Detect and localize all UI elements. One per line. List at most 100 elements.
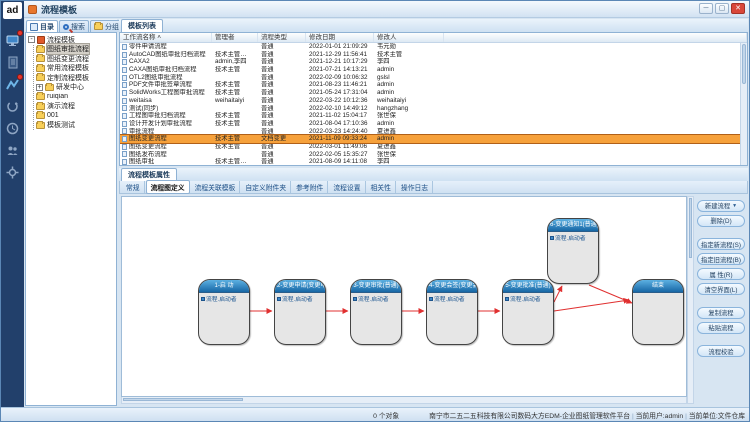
properties-subtab-0[interactable]: 常规 — [122, 181, 145, 193]
properties-subtab-4[interactable]: 参考附件 — [292, 181, 328, 193]
cell-2: 普通 — [258, 43, 306, 51]
expand-icon[interactable]: + — [36, 84, 43, 91]
table-vscrollbar[interactable] — [740, 43, 747, 165]
monitor-icon[interactable] — [4, 32, 21, 49]
action-button-1[interactable]: 删除(D) — [697, 215, 745, 227]
flow-hscrollbar[interactable] — [121, 397, 687, 404]
flow-node-6[interactable]: 6-变更通知1(普通)流程.启动者 — [547, 218, 599, 284]
flow-node-4[interactable]: 4-变更会签(变更会签)流程.启动者 — [426, 279, 478, 345]
cell-filler — [444, 97, 747, 105]
action-button-0[interactable]: 新建流程▼ — [697, 200, 745, 212]
table-row[interactable]: 图纸变更流程技术主管文档变更2021-11-09 09:33:24admin — [120, 135, 747, 143]
column-header-2[interactable]: 流程类型 — [258, 33, 306, 42]
cell-4: 技术主管 — [374, 51, 444, 59]
column-header-1[interactable]: 管理者 — [212, 33, 258, 42]
properties-subtab-1[interactable]: 流程图定义 — [146, 180, 190, 194]
workflow-icon — [122, 44, 127, 50]
tree-root[interactable]: -流程模板 — [28, 35, 116, 45]
table-row[interactable]: 工程图审批归档流程技术主管普通2021-11-02 15:04:17张世保 — [120, 112, 747, 120]
tab-template-list[interactable]: 模板列表 — [121, 19, 163, 32]
table-row[interactable]: 图纸发布流程普通2022-02-05 15:35:27张世保 — [120, 151, 747, 159]
table-row[interactable]: 图纸审批技术主管…普通2021-08-09 14:11:08李四 — [120, 158, 747, 165]
cell-3: 2021-08-09 14:11:08 — [306, 158, 374, 165]
flow-canvas: 1-启 动流程.启动者 2-变更申请(变更申请)流程.启动者 3-变更审批(普通)流… — [121, 196, 687, 397]
action-button-column: 新建流程▼ 删除(D) 指定新流程(S) 指定旧流程(B) 属 性(R) 清空界面(L) 复… — [694, 194, 748, 406]
flow-node-2[interactable]: 2-变更申请(变更申请)流程.启动者 — [274, 279, 326, 345]
action-button-3[interactable]: 指定旧流程(B) — [697, 253, 745, 265]
flow-node-7[interactable]: 结束 — [632, 279, 684, 345]
table-row[interactable]: 零件申请流程普通2022-01-01 21:09:29韦元勋 — [120, 43, 747, 51]
cell-3: 2022-03-23 14:24:40 — [306, 128, 374, 136]
properties-subtab-7[interactable]: 操作日志 — [397, 181, 433, 193]
node-flag-icon — [505, 297, 509, 301]
tree-item-2[interactable]: 常用流程模板 — [36, 64, 116, 74]
cell-0: 图纸变更流程 — [120, 143, 212, 151]
tree-item-4[interactable]: +研发中心 — [36, 83, 116, 93]
app-logo: ad — [3, 2, 22, 19]
sidebar-tabs: 目录搜索分组夹 — [25, 19, 117, 32]
gear-icon[interactable] — [4, 164, 21, 181]
close-button[interactable]: ✕ — [731, 3, 745, 14]
sync-icon[interactable] — [4, 98, 21, 115]
table-row[interactable]: OTL2图纸审批流程普通2022-02-09 10:06:32gslsl — [120, 74, 747, 82]
tree-item-0[interactable]: 图纸审批流程 — [36, 45, 116, 55]
table-row[interactable]: SolidWorks工程图审批流程技术主管普通2021-05-24 17:31:… — [120, 89, 747, 97]
action-button-6[interactable]: 复制流程 — [697, 307, 745, 319]
minimize-button[interactable]: ─ — [699, 3, 713, 14]
table-header[interactable]: 工作流名称 ˄管理者流程类型修改日期修改人 — [120, 33, 747, 43]
clock-icon[interactable] — [4, 120, 21, 137]
sidebar-tab-1[interactable]: 搜索 — [59, 20, 89, 32]
table-row[interactable]: AutoCAD图纸审批归档流程技术主管…普通2021-12-29 11:56:4… — [120, 51, 747, 59]
action-button-2[interactable]: 指定新流程(S) — [697, 238, 745, 250]
tree-item-6[interactable]: 演示流程 — [36, 102, 116, 112]
flow-node-body: 流程.启动者 — [275, 293, 325, 304]
column-header-3[interactable]: 修改日期 — [306, 33, 374, 42]
table-row[interactable]: CAXA2admin,李四普通2021-12-21 10:17:29李四 — [120, 58, 747, 66]
column-header-0[interactable]: 工作流名称 ˄ — [120, 33, 212, 42]
cell-filler — [444, 158, 747, 165]
titlebar: 流程模板 ─ ▢ ✕ — [1, 1, 749, 18]
cell-1 — [212, 74, 258, 82]
cell-filler — [444, 120, 747, 128]
column-header-4[interactable]: 修改人 — [374, 33, 444, 42]
table-row[interactable]: CAXA图纸审批归档流程技术主管普通2021-07-21 14:13:21adm… — [120, 66, 747, 74]
collapse-icon[interactable]: - — [28, 36, 35, 43]
sidebar-tab-0[interactable]: 目录 — [26, 20, 58, 32]
properties-subtab-3[interactable]: 自定义附件夹 — [241, 181, 291, 193]
action-button-4[interactable]: 属 性(R) — [697, 268, 745, 280]
cell-0: AutoCAD图纸审批归档流程 — [120, 51, 212, 59]
table-row[interactable]: 图纸变更流程技术主管普通2022-03-01 11:49:06夏进鑫 — [120, 143, 747, 151]
table-row[interactable]: weitaisaweihaitaiyi普通2022-03-22 10:12:36… — [120, 97, 747, 105]
action-button-7[interactable]: 粘贴流程 — [697, 322, 745, 334]
folder-icon — [94, 23, 103, 30]
flow-node-5[interactable]: 5-变更批准(普通)流程.启动者 — [502, 279, 554, 345]
cell-1: 技术主管 — [212, 120, 258, 128]
process-template-icon — [37, 36, 45, 44]
flow-node-body-text: 流程.启动者 — [434, 294, 465, 303]
flow-vscrollbar[interactable] — [687, 196, 694, 404]
flow-node-body-text: 流程.启动者 — [206, 294, 237, 303]
action-button-5[interactable]: 清空界面(L) — [697, 283, 745, 295]
flow-node-3[interactable]: 3-变更审批(普通)流程.启动者 — [350, 279, 402, 345]
cell-filler — [444, 74, 747, 82]
maximize-button[interactable]: ▢ — [715, 3, 729, 14]
users-icon[interactable] — [4, 142, 21, 159]
table-row[interactable]: 设计开发计划审批流程技术主管普通2021-08-04 17:10:36admin — [120, 120, 747, 128]
tree-item-3[interactable]: 定制流程模板 — [36, 73, 116, 83]
tree-item-7[interactable]: 001 — [36, 111, 116, 121]
tree-item-1[interactable]: 图纸变更流程 — [36, 54, 116, 64]
table-row[interactable]: 审批流程普通2022-03-23 14:24:40夏进鑫 — [120, 128, 747, 136]
flow-node-1[interactable]: 1-启 动流程.启动者 — [198, 279, 250, 345]
tree-item-5[interactable]: ruiqian — [36, 92, 116, 102]
properties-subtab-6[interactable]: 相关性 — [367, 181, 396, 193]
action-button-8[interactable]: 流程校验 — [697, 345, 745, 357]
chart-icon[interactable] — [4, 76, 21, 93]
properties-subtab-2[interactable]: 流程关联模板 — [191, 181, 241, 193]
cell-0: OTL2图纸审批流程 — [120, 74, 212, 82]
cell-filler — [444, 43, 747, 51]
properties-subtab-5[interactable]: 流程设置 — [329, 181, 365, 193]
document-icon[interactable] — [4, 54, 21, 71]
tree-item-8[interactable]: 模板测试 — [36, 121, 116, 131]
table-row[interactable]: PDF文件审批签章流程技术主管普通2021-08-23 11:46:21admi… — [120, 81, 747, 89]
table-row[interactable]: 测试(同步)普通2022-02-10 14:49:12hangzhang — [120, 105, 747, 113]
